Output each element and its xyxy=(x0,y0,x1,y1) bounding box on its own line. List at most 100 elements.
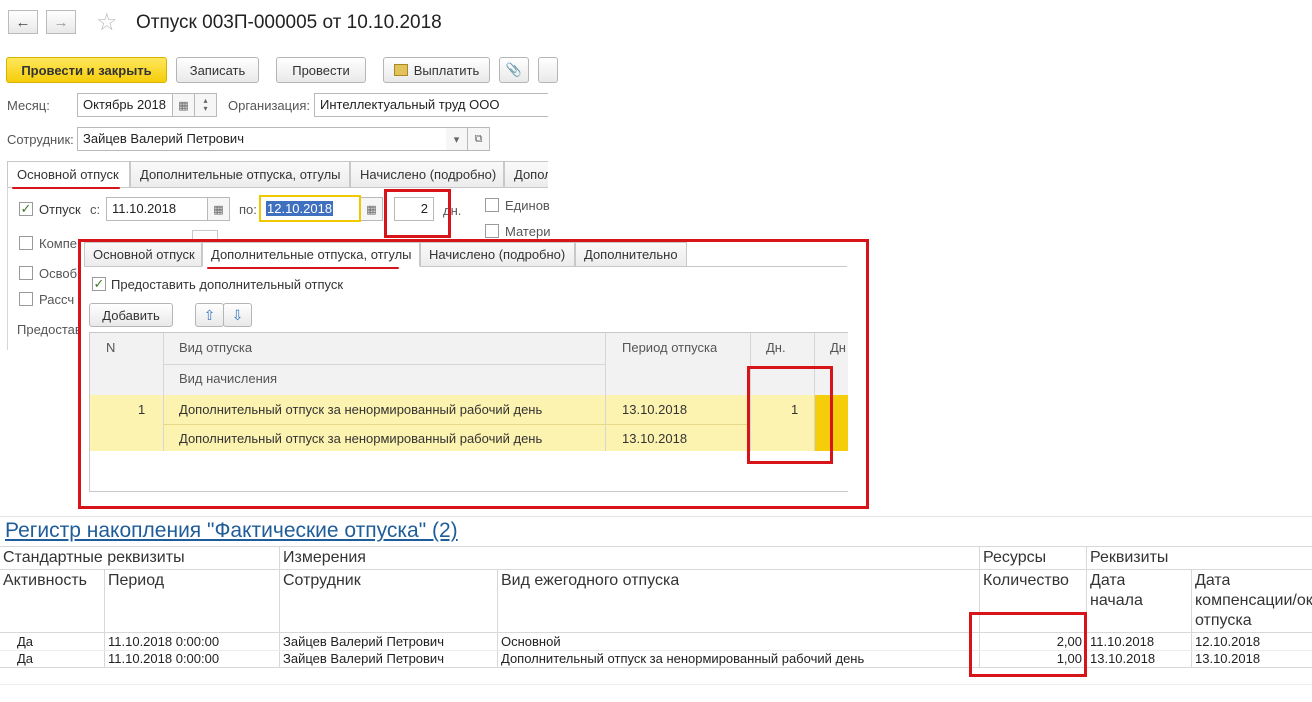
reg-row1-employee: Зайцев Валерий Петрович xyxy=(283,634,444,649)
col-kind: Вид ежегодного отпуска xyxy=(501,572,680,589)
reg-row2-start: 13.10.2018 xyxy=(1090,651,1156,666)
month-field[interactable]: Октябрь 2018 xyxy=(77,93,173,117)
single-checkbox[interactable] xyxy=(485,198,499,212)
register-top-divider xyxy=(0,516,1312,517)
back-button[interactable]: ← xyxy=(8,10,38,34)
tab-panel-left-border xyxy=(7,187,8,350)
underline-additional-tab xyxy=(207,267,399,269)
reg-row1-qty: 2,00 xyxy=(1056,634,1082,649)
arrow-up-icon: ⇧ xyxy=(203,306,216,323)
arrow-down-icon: ⇩ xyxy=(231,306,244,323)
calendar-icon: ▦ xyxy=(178,99,189,112)
mater-checkbox[interactable] xyxy=(485,224,499,238)
group-dimensions: Измерения xyxy=(283,549,366,566)
reg-row1-comp: 12.10.2018 xyxy=(1195,634,1261,649)
col-comp-2: компенсации/ок xyxy=(1195,592,1312,609)
col-accrual-header: Вид начисления xyxy=(179,371,278,386)
popup-tab-additional[interactable]: Дополнительные отпуска, отгулы xyxy=(202,242,420,267)
open-icon: ⧉ xyxy=(474,132,483,145)
days-field[interactable]: 2 xyxy=(394,197,434,221)
star-icon[interactable]: ☆ xyxy=(96,8,118,37)
month-label: Месяц: xyxy=(7,98,50,113)
reg-row1-start: 11.10.2018 xyxy=(1090,634,1155,649)
col-start-2: начала xyxy=(1090,592,1143,609)
organization-field[interactable]: Интеллектуальный труд ООО xyxy=(314,93,548,117)
vacation-label: Отпуск xyxy=(39,202,81,217)
col-comp-3: отпуска xyxy=(1195,612,1252,629)
row-kind: Дополнительный отпуск за ненормированный… xyxy=(179,402,543,417)
chevron-down-icon: ▾ xyxy=(453,133,460,146)
col-quantity: Количество xyxy=(983,572,1069,589)
popup-tab-line xyxy=(687,266,847,267)
row-n: 1 xyxy=(138,402,146,417)
move-up-button[interactable]: ⇧ xyxy=(195,303,224,327)
employee-dropdown-button[interactable]: ▾ xyxy=(446,127,468,151)
paperclip-icon: 📎 xyxy=(505,62,523,77)
mater-label: Матери xyxy=(505,224,551,239)
from-calendar-button[interactable]: ▦ xyxy=(208,197,230,221)
reg-row1-period: 11.10.2018 0:00:00 xyxy=(108,634,220,649)
to-date-field[interactable]: 12.10.2018 xyxy=(259,195,361,222)
move-down-button[interactable]: ⇩ xyxy=(223,303,252,327)
tab-extra[interactable]: Допол xyxy=(504,161,548,188)
calendar-icon: ▦ xyxy=(366,203,377,216)
popup-selected-cell xyxy=(815,395,848,451)
save-button[interactable]: Записать xyxy=(176,57,259,83)
pay-button[interactable]: Выплатить xyxy=(383,57,490,83)
popup-tab-main[interactable]: Основной отпуск xyxy=(84,242,202,267)
osvob-label: Освоб xyxy=(39,266,78,281)
row-days: 1 xyxy=(791,402,799,417)
reg-row1-kind: Основной xyxy=(501,634,561,649)
vacation-checkbox[interactable]: ✓ xyxy=(19,202,33,216)
register-title[interactable]: Регистр накопления "Фактические отпуска"… xyxy=(5,519,458,543)
from-label: с: xyxy=(90,202,101,217)
osvob-checkbox[interactable] xyxy=(19,266,33,280)
popup-tab-extra[interactable]: Дополнительно xyxy=(575,242,687,267)
forward-button[interactable]: → xyxy=(46,10,76,34)
comp-checkbox[interactable] xyxy=(19,236,33,250)
col-comp-1: Дата xyxy=(1195,572,1231,589)
col-period: Период xyxy=(108,572,165,589)
reg-row2-active: Да xyxy=(17,651,34,666)
rass-checkbox[interactable] xyxy=(19,292,33,306)
single-label: Единов xyxy=(505,198,550,213)
provide-label: Предоставить дополнительный отпуск xyxy=(111,277,344,292)
col-n-header: N xyxy=(106,340,116,355)
rass-label: Рассч xyxy=(39,292,75,307)
reg-row2-comp: 13.10.2018 xyxy=(1195,651,1261,666)
more-button[interactable] xyxy=(538,57,558,83)
arrow-right-icon: → xyxy=(53,13,69,31)
popup-tab-accrued[interactable]: Начислено (подробно) xyxy=(420,242,575,267)
row-period-end: 13.10.2018 xyxy=(622,431,688,446)
row-accrual: Дополнительный отпуск за ненормированный… xyxy=(179,431,543,446)
employee-open-button[interactable]: ⧉ xyxy=(468,127,490,151)
reg-row2-period: 11.10.2018 0:00:00 xyxy=(108,651,220,666)
month-stepper[interactable]: ▴ ▾ xyxy=(195,93,217,117)
col-employee: Сотрудник xyxy=(283,572,361,589)
group-resources: Ресурсы xyxy=(983,549,1047,566)
to-calendar-button[interactable]: ▦ xyxy=(361,197,383,221)
col-kind-header: Вид отпуска xyxy=(179,340,253,355)
organization-label: Организация: xyxy=(228,98,311,113)
reg-row2-employee: Зайцев Валерий Петрович xyxy=(283,651,444,666)
document-title: Отпуск 003П-000005 от 10.10.2018 xyxy=(136,12,442,33)
from-date-field[interactable]: 11.10.2018 xyxy=(106,197,208,221)
month-calendar-button[interactable]: ▦ xyxy=(173,93,195,117)
col-period-header: Период отпуска xyxy=(622,340,718,355)
calendar-icon: ▦ xyxy=(213,203,224,216)
tab-main-vacation[interactable]: Основной отпуск xyxy=(7,161,130,188)
employee-label: Сотрудник: xyxy=(7,132,74,147)
tab-accrued[interactable]: Начислено (подробно) xyxy=(350,161,504,188)
row-period-start: 13.10.2018 xyxy=(622,402,688,417)
hidden-field-stub xyxy=(192,230,218,240)
col-days2-header: Дн xyxy=(830,340,846,355)
reg-row2-kind: Дополнительный отпуск за ненормированный… xyxy=(501,651,865,666)
post-button[interactable]: Провести xyxy=(276,57,366,83)
provide-checkbox[interactable]: ✓ xyxy=(92,277,106,291)
attach-button[interactable]: 📎 xyxy=(499,57,529,83)
add-button[interactable]: Добавить xyxy=(89,303,173,327)
post-and-close-button[interactable]: Провести и закрыть xyxy=(6,57,167,83)
tab-additional-vacations[interactable]: Дополнительные отпуска, отгулы xyxy=(130,161,350,188)
to-date-value: 12.10.2018 xyxy=(266,201,334,216)
employee-field[interactable]: Зайцев Валерий Петрович xyxy=(77,127,447,151)
